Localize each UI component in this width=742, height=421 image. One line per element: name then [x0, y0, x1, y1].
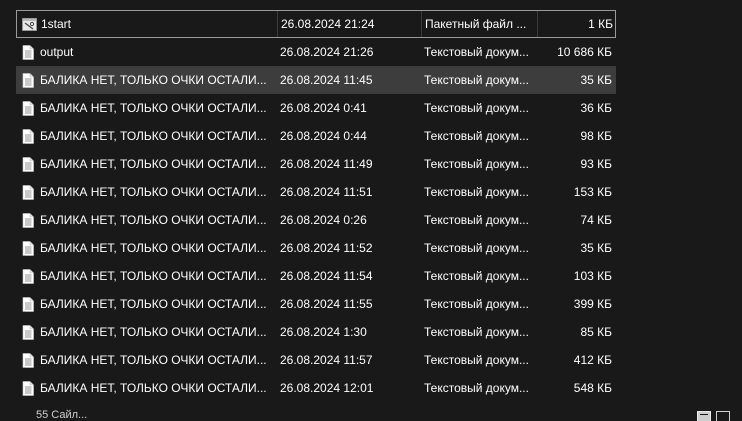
file-size: 85 КБ [580, 325, 612, 339]
file-type: Текстовый докум... [424, 213, 529, 227]
file-date-modified: 26.08.2024 11:51 [280, 185, 373, 199]
file-row[interactable]: БАЛИКА НЕТ, ТОЛЬКО ОЧКИ ОСТАЛИ... 26.08.2… [16, 206, 616, 234]
file-row[interactable]: БАЛИКА НЕТ, ТОЛЬКО ОЧКИ ОСТАЛИ... 26.08.2… [16, 318, 616, 346]
file-date-modified: 26.08.2024 0:26 [280, 213, 367, 227]
file-size: 93 КБ [580, 157, 612, 171]
file-date-modified: 26.08.2024 11:55 [280, 297, 373, 311]
file-row[interactable]: 1start 26.08.2024 21:24 Пакетный файл ... 1… [16, 10, 616, 38]
file-size: 103 КБ [573, 269, 612, 283]
file-name: БАЛИКА НЕТ, ТОЛЬКО ОЧКИ ОСТАЛИ... [40, 185, 267, 199]
file-size: 412 КБ [573, 353, 612, 367]
large-icons-view-icon [719, 414, 727, 421]
status-bar: 55 Сайл... [0, 408, 742, 421]
file-date-modified: 26.08.2024 11:45 [280, 73, 373, 87]
column-divider [277, 11, 278, 37]
file-row[interactable]: БАЛИКА НЕТ, ТОЛЬКО ОЧКИ ОСТАЛИ... 26.08.2… [16, 262, 616, 290]
item-count-text: 55 Сайл... [36, 409, 88, 421]
file-row[interactable]: БАЛИКА НЕТ, ТОЛЬКО ОЧКИ ОСТАЛИ... 26.08.2… [16, 178, 616, 206]
file-size: 98 КБ [580, 129, 612, 143]
file-name: БАЛИКА НЕТ, ТОЛЬКО ОЧКИ ОСТАЛИ... [40, 129, 267, 143]
file-name: БАЛИКА НЕТ, ТОЛЬКО ОЧКИ ОСТАЛИ... [40, 325, 267, 339]
file-type: Текстовый докум... [424, 45, 529, 59]
file-date-modified: 26.08.2024 0:44 [280, 129, 367, 143]
text-file-icon [20, 94, 36, 122]
text-file-icon [20, 150, 36, 178]
text-file-icon [20, 66, 36, 94]
column-divider [421, 11, 422, 37]
file-date-modified: 26.08.2024 11:54 [280, 269, 373, 283]
file-name: БАЛИКА НЕТ, ТОЛЬКО ОЧКИ ОСТАЛИ... [40, 269, 267, 283]
file-row[interactable]: output 26.08.2024 21:26 Текстовый докум...… [16, 38, 616, 66]
file-date-modified: 26.08.2024 11:52 [280, 241, 373, 255]
text-file-icon [20, 290, 36, 318]
file-date-modified: 26.08.2024 21:26 [280, 45, 374, 59]
file-explorer-view: 1start 26.08.2024 21:24 Пакетный файл ... 1… [0, 0, 742, 421]
file-name: output [40, 45, 74, 59]
file-type: Текстовый докум... [424, 129, 529, 143]
file-date-modified: 26.08.2024 12:01 [280, 381, 374, 395]
file-list: 1start 26.08.2024 21:24 Пакетный файл ... 1… [16, 10, 616, 402]
text-file-icon [20, 38, 36, 66]
file-size: 399 КБ [573, 297, 612, 311]
file-type: Текстовый докум... [424, 101, 529, 115]
file-type: Текстовый докум... [424, 185, 529, 199]
file-name: БАЛИКА НЕТ, ТОЛЬКО ОЧКИ ОСТАЛИ... [40, 297, 267, 311]
details-view-button[interactable] [697, 411, 711, 421]
file-row[interactable]: БАЛИКА НЕТ, ТОЛЬКО ОЧКИ ОСТАЛИ... 26.08.2… [16, 122, 616, 150]
text-file-icon [20, 262, 36, 290]
file-size: 1 КБ [588, 17, 613, 31]
file-type: Текстовый докум... [424, 381, 529, 395]
file-type: Текстовый докум... [424, 73, 529, 87]
file-size: 10 686 КБ [557, 45, 612, 59]
file-type: Пакетный файл ... [425, 17, 527, 31]
large-icons-view-button[interactable] [716, 411, 730, 421]
file-date-modified: 26.08.2024 1:30 [280, 325, 367, 339]
file-name: БАЛИКА НЕТ, ТОЛЬКО ОЧКИ ОСТАЛИ... [40, 381, 267, 395]
file-name: БАЛИКА НЕТ, ТОЛЬКО ОЧКИ ОСТАЛИ... [40, 353, 267, 367]
file-row[interactable]: БАЛИКА НЕТ, ТОЛЬКО ОЧКИ ОСТАЛИ... 26.08.2… [16, 94, 616, 122]
batch-file-icon [21, 11, 37, 37]
text-file-icon [20, 206, 36, 234]
text-file-icon [20, 234, 36, 262]
text-file-icon [20, 346, 36, 374]
file-type: Текстовый докум... [424, 297, 529, 311]
text-file-icon [20, 122, 36, 150]
file-date-modified: 26.08.2024 0:41 [280, 101, 367, 115]
file-name: БАЛИКА НЕТ, ТОЛЬКО ОЧКИ ОСТАЛИ... [40, 101, 267, 115]
file-type: Текстовый докум... [424, 157, 529, 171]
text-file-icon [20, 318, 36, 346]
file-type: Текстовый докум... [424, 241, 529, 255]
file-row[interactable]: БАЛИКА НЕТ, ТОЛЬКО ОЧКИ ОСТАЛИ... 26.08.2… [16, 290, 616, 318]
file-name: БАЛИКА НЕТ, ТОЛЬКО ОЧКИ ОСТАЛИ... [40, 241, 267, 255]
file-name: БАЛИКА НЕТ, ТОЛЬКО ОЧКИ ОСТАЛИ... [40, 157, 267, 171]
file-type: Текстовый докум... [424, 353, 529, 367]
file-size: 548 КБ [573, 381, 612, 395]
file-size: 35 КБ [580, 73, 612, 87]
file-row[interactable]: БАЛИКА НЕТ, ТОЛЬКО ОЧКИ ОСТАЛИ... 26.08.2… [16, 66, 616, 94]
file-size: 35 КБ [580, 241, 612, 255]
file-date-modified: 26.08.2024 11:49 [280, 157, 373, 171]
details-view-icon [700, 414, 708, 421]
file-type: Текстовый докум... [424, 325, 529, 339]
text-file-icon [20, 178, 36, 206]
file-name: БАЛИКА НЕТ, ТОЛЬКО ОЧКИ ОСТАЛИ... [40, 73, 267, 87]
file-size: 74 КБ [580, 213, 612, 227]
file-name: 1start [41, 17, 72, 31]
file-name: БАЛИКА НЕТ, ТОЛЬКО ОЧКИ ОСТАЛИ... [40, 213, 267, 227]
file-row[interactable]: БАЛИКА НЕТ, ТОЛЬКО ОЧКИ ОСТАЛИ... 26.08.2… [16, 234, 616, 262]
text-file-icon [20, 374, 36, 402]
file-row[interactable]: БАЛИКА НЕТ, ТОЛЬКО ОЧКИ ОСТАЛИ... 26.08.2… [16, 150, 616, 178]
file-type: Текстовый докум... [424, 269, 529, 283]
file-date-modified: 26.08.2024 11:57 [280, 353, 373, 367]
column-divider [537, 11, 538, 37]
file-size: 36 КБ [580, 101, 612, 115]
file-row[interactable]: БАЛИКА НЕТ, ТОЛЬКО ОЧКИ ОСТАЛИ... 26.08.2… [16, 374, 616, 402]
file-row[interactable]: БАЛИКА НЕТ, ТОЛЬКО ОЧКИ ОСТАЛИ... 26.08.2… [16, 346, 616, 374]
file-date-modified: 26.08.2024 21:24 [281, 17, 375, 31]
file-size: 153 КБ [573, 185, 612, 199]
